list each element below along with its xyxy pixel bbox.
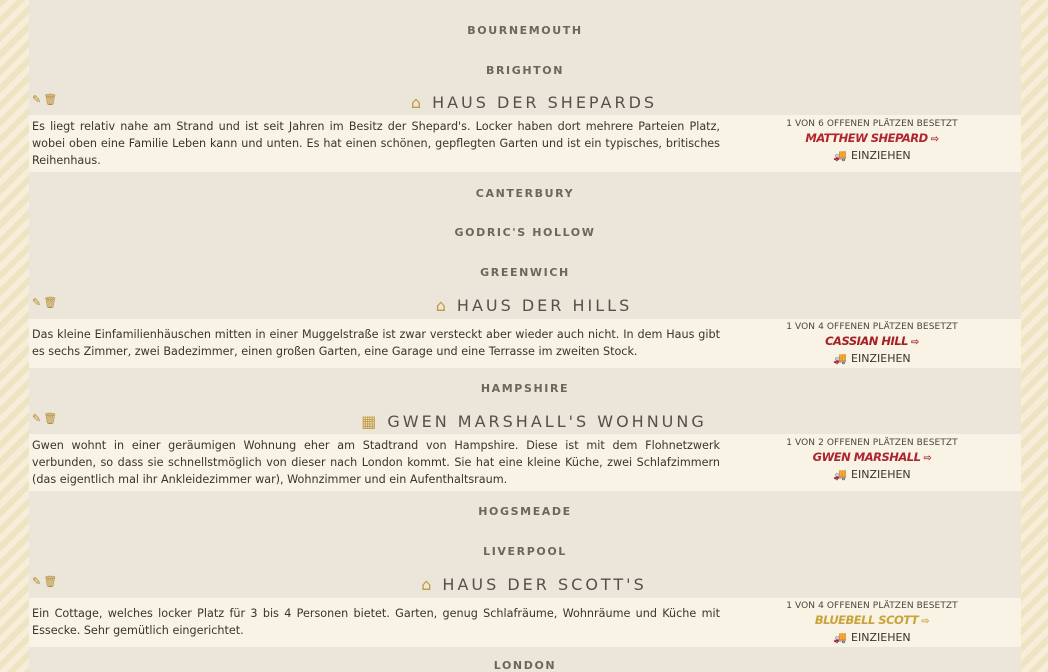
external-link-icon: ⇨ xyxy=(921,616,930,627)
resident-name[interactable]: MATTHEW SHEPARD xyxy=(805,131,928,145)
resident-link[interactable]: CASSIAN HILL ⇨ xyxy=(719,333,1025,351)
city-heading-hogsmeade: HOGSMEADE xyxy=(478,505,572,518)
truck-icon: 🚚 xyxy=(833,631,848,644)
home-icon: ⌂ xyxy=(435,296,449,315)
occupancy-text: 1 VON 4 OFFENEN PLÄTZEN BESETZT xyxy=(786,322,958,332)
move-in-button[interactable]: 🚚 EINZIEHEN xyxy=(719,467,1025,483)
resident-name[interactable]: BLUEBELL SCOTT xyxy=(815,613,919,627)
resident-link[interactable]: MATTHEW SHEPARD ⇨ xyxy=(719,130,1025,148)
house-title: ⌂ HAUS DER SCOTT'S xyxy=(29,575,1039,594)
house-title: ⌂ HAUS DER HILLS xyxy=(29,296,1039,315)
house-description: Gwen wohnt in einer geräumigen Wohnung e… xyxy=(32,439,720,486)
city-heading-london: LONDON xyxy=(493,659,557,672)
house-title-text: HAUS DER SHEPARDS xyxy=(432,93,658,112)
move-in-button[interactable]: 🚚 EINZIEHEN xyxy=(719,630,1025,646)
truck-icon: 🚚 xyxy=(833,352,848,365)
truck-icon: 🚚 xyxy=(833,468,848,481)
house-title-text: GWEN MARSHALL'S WOHNUNG xyxy=(387,412,707,431)
move-in-label: EINZIEHEN xyxy=(851,352,911,365)
city-heading-bournemouth: BOURNEMOUTH xyxy=(467,24,583,37)
resident-link[interactable]: BLUEBELL SCOTT ⇨ xyxy=(719,612,1025,630)
house-directory: BOURNEMOUTH BRIGHTON ✎ 🗑 ⌂ HAUS DER SHEPAR… xyxy=(29,0,1021,672)
resident-name[interactable]: GWEN MARSHALL xyxy=(813,450,921,464)
home-icon: ⌂ xyxy=(421,575,435,594)
house-status: 1 VON 4 OFFENEN PLÄTZEN BESETZT BLUEBELL… xyxy=(719,600,1025,646)
truck-icon: 🚚 xyxy=(833,149,848,162)
house-status: 1 VON 4 OFFENEN PLÄTZEN BESETZT CASSIAN … xyxy=(719,321,1025,367)
house-row: Das kleine Einfamilienhäuschen mitten in… xyxy=(29,319,1021,368)
house-title-text: HAUS DER SCOTT'S xyxy=(442,575,647,594)
house-title: ⌂ HAUS DER SHEPARDS xyxy=(29,93,1039,112)
house-description: Ein Cottage, welches locker Platz für 3 … xyxy=(32,607,720,637)
occupancy-text: 1 VON 2 OFFENEN PLÄTZEN BESETZT xyxy=(786,438,958,448)
house-row: Ein Cottage, welches locker Platz für 3 … xyxy=(29,598,1021,647)
house-title: ▦ GWEN MARSHALL'S WOHNUNG xyxy=(29,412,1039,431)
city-heading-brighton: BRIGHTON xyxy=(485,64,565,77)
occupancy-text: 1 VON 6 OFFENEN PLÄTZEN BESETZT xyxy=(786,119,958,129)
city-heading-hampshire: HAMPSHIRE xyxy=(480,382,570,395)
building-icon: ▦ xyxy=(361,412,380,431)
move-in-label: EINZIEHEN xyxy=(851,468,911,481)
house-description: Es liegt relativ nahe am Strand und ist … xyxy=(32,120,720,167)
move-in-label: EINZIEHEN xyxy=(851,149,911,162)
house-row: Es liegt relativ nahe am Strand und ist … xyxy=(29,115,1021,172)
house-title-text: HAUS DER HILLS xyxy=(456,296,633,315)
left-border-pattern xyxy=(0,0,29,672)
move-in-button[interactable]: 🚚 EINZIEHEN xyxy=(719,351,1025,367)
house-row: Gwen wohnt in einer geräumigen Wohnung e… xyxy=(29,434,1021,491)
occupancy-text: 1 VON 4 OFFENEN PLÄTZEN BESETZT xyxy=(786,601,958,611)
external-link-icon: ⇨ xyxy=(910,337,919,348)
external-link-icon: ⇨ xyxy=(923,453,932,464)
resident-name[interactable]: CASSIAN HILL xyxy=(825,334,908,348)
move-in-label: EINZIEHEN xyxy=(851,631,911,644)
city-heading-canterbury: CANTERBURY xyxy=(475,187,575,200)
resident-link[interactable]: GWEN MARSHALL ⇨ xyxy=(719,449,1025,467)
city-heading-greenwich: GREENWICH xyxy=(480,266,570,279)
external-link-icon: ⇨ xyxy=(930,134,939,145)
city-heading-godrics-hollow: GODRIC'S HOLLOW xyxy=(454,226,596,239)
move-in-button[interactable]: 🚚 EINZIEHEN xyxy=(719,148,1025,164)
house-status: 1 VON 2 OFFENEN PLÄTZEN BESETZT GWEN MAR… xyxy=(719,437,1025,483)
home-icon: ⌂ xyxy=(410,93,425,112)
house-status: 1 VON 6 OFFENEN PLÄTZEN BESETZT MATTHEW … xyxy=(719,118,1025,164)
city-heading-liverpool: LIVERPOOL xyxy=(483,545,567,558)
house-description: Das kleine Einfamilienhäuschen mitten in… xyxy=(32,328,720,358)
